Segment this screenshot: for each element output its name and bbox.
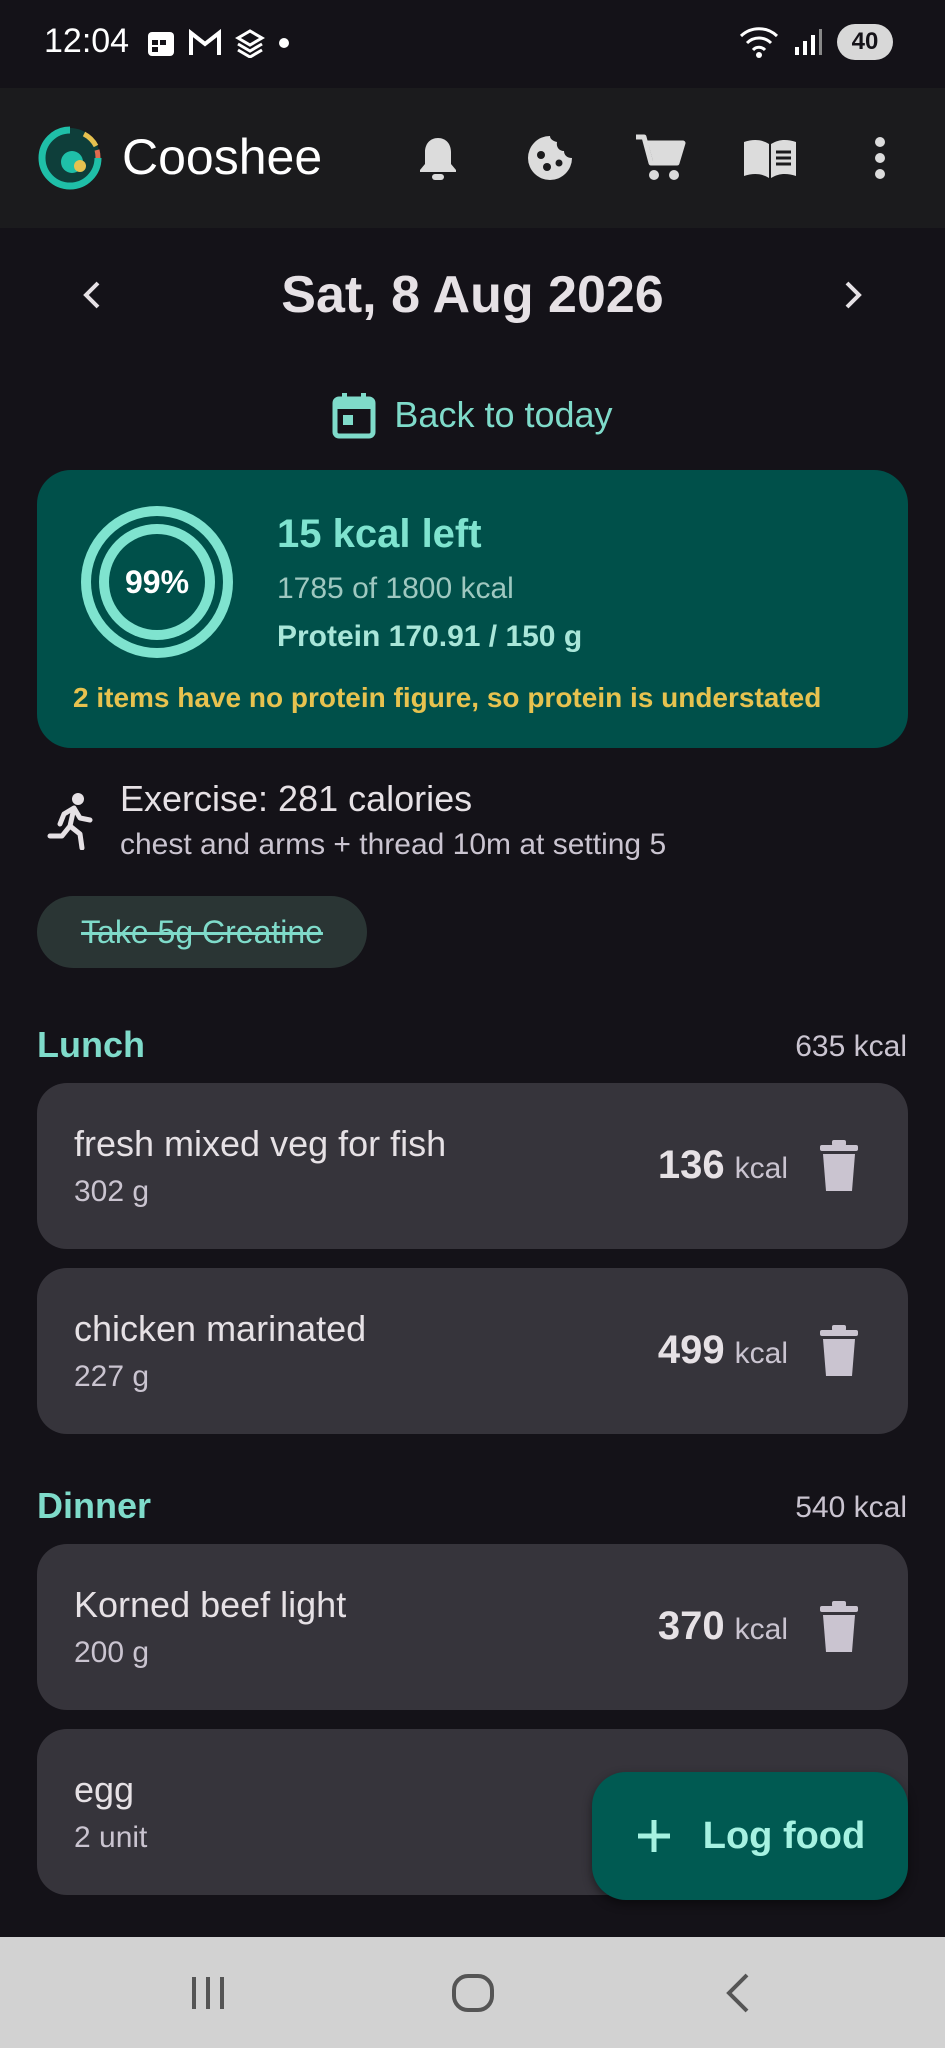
log-food-button[interactable]: Log food — [592, 1772, 908, 1900]
delete-icon[interactable] — [814, 1324, 864, 1378]
back-to-today-label: Back to today — [394, 394, 613, 435]
chevron-right-icon — [845, 281, 862, 309]
bell-icon — [420, 138, 456, 180]
food-name: chicken marinated — [74, 1308, 367, 1349]
exercise-title: Exercise: 281 calories — [120, 778, 473, 819]
more-vert-icon — [875, 137, 885, 179]
food-name: Korned beef light — [74, 1584, 347, 1625]
food-calories: 136 kcal — [658, 1143, 788, 1188]
notification-icons — [146, 28, 290, 58]
cart-icon — [636, 134, 686, 180]
food-item[interactable]: Korned beef light 200 g 370 kcal — [37, 1544, 908, 1710]
shopping-cart-button[interactable] — [630, 128, 690, 188]
plus-icon — [637, 1820, 670, 1852]
calendar-notification-icon — [148, 32, 174, 56]
food-item[interactable]: chicken marinated 227 g 499 kcal — [37, 1268, 908, 1434]
creatine-reminder-chip[interactable]: Take 5g Creatine — [37, 896, 367, 968]
meal-title-lunch: Lunch — [37, 1024, 145, 1065]
calorie-summary-card: 99% 15 kcal left 1785 of 1800 kcal Prote… — [37, 470, 908, 748]
running-icon — [47, 793, 93, 850]
back-to-today-button[interactable]: Back to today — [0, 385, 945, 445]
food-kcal-value: 370 — [657, 1604, 725, 1648]
food-calories: 370 kcal — [658, 1604, 788, 1649]
system-navigation-bar — [0, 1937, 945, 2048]
back-icon — [726, 1973, 749, 2013]
food-quantity: 200 g — [74, 1636, 150, 1669]
food-name: egg — [74, 1769, 135, 1810]
app-title: Cooshee — [122, 129, 323, 185]
food-kcal-unit: kcal — [734, 1337, 788, 1370]
cookie-button[interactable] — [520, 128, 580, 188]
food-kcal-unit: kcal — [734, 1613, 788, 1646]
meal-total-dinner: 540 kcal — [795, 1491, 907, 1524]
cookie-icon — [528, 136, 572, 180]
food-kcal-unit: kcal — [734, 1152, 788, 1185]
food-calories: 499 kcal — [658, 1328, 788, 1373]
recent-apps-button[interactable] — [178, 1963, 238, 2023]
overflow-menu-button[interactable] — [850, 128, 910, 188]
protein-warning: 2 items have no protein figure, so prote… — [73, 682, 822, 713]
book-icon — [744, 139, 796, 178]
app-bar: Cooshee — [0, 88, 945, 228]
food-kcal-value: 499 — [657, 1328, 725, 1372]
meal-title-dinner: Dinner — [37, 1485, 152, 1526]
kcal-consumed: 1785 of 1800 kcal — [277, 572, 514, 605]
food-quantity: 2 unit — [74, 1821, 148, 1854]
recents-icon — [192, 1977, 224, 2009]
calorie-percent: 99% — [124, 563, 190, 600]
food-quantity: 302 g — [74, 1175, 150, 1208]
recipes-book-button[interactable] — [740, 128, 800, 188]
next-day-button[interactable] — [823, 265, 883, 325]
date-navigator: Sat, 8 Aug 2026 — [0, 245, 945, 345]
app-notification-icon — [235, 29, 265, 58]
protein-total: Protein 170.91 / 150 g — [277, 620, 583, 653]
status-bar: 12:04 40 — [0, 0, 945, 88]
system-status: 40 — [739, 24, 893, 60]
wifi-icon — [739, 27, 779, 58]
delete-icon[interactable] — [814, 1600, 864, 1654]
food-kcal-value: 136 — [657, 1143, 725, 1187]
food-name: fresh mixed veg for fish — [74, 1123, 447, 1164]
home-button[interactable] — [443, 1963, 503, 2023]
meal-total-lunch: 635 kcal — [795, 1030, 907, 1063]
kcal-left: 15 kcal left — [277, 512, 482, 556]
home-icon — [452, 1974, 494, 2012]
exercise-description: chest and arms + thread 10m at setting 5 — [120, 828, 667, 861]
back-button[interactable] — [708, 1963, 768, 2023]
delete-icon[interactable] — [814, 1139, 864, 1193]
exercise-row[interactable]: Exercise: 281 calories chest and arms + … — [0, 770, 945, 870]
gmail-notification-icon — [189, 29, 221, 55]
cooshee-logo-icon — [38, 126, 102, 190]
calendar-icon — [332, 393, 376, 439]
status-time: 12:04 — [44, 22, 130, 60]
notifications-button[interactable] — [408, 128, 468, 188]
signal-icon — [795, 29, 822, 55]
food-item[interactable]: fresh mixed veg for fish 302 g 136 kcal — [37, 1083, 908, 1249]
current-date: Sat, 8 Aug 2026 — [281, 266, 664, 324]
food-quantity: 227 g — [74, 1360, 150, 1393]
log-food-label: Log food — [702, 1814, 866, 1857]
battery-level: 40 — [837, 24, 893, 60]
more-notifications-dot-icon — [279, 38, 289, 48]
